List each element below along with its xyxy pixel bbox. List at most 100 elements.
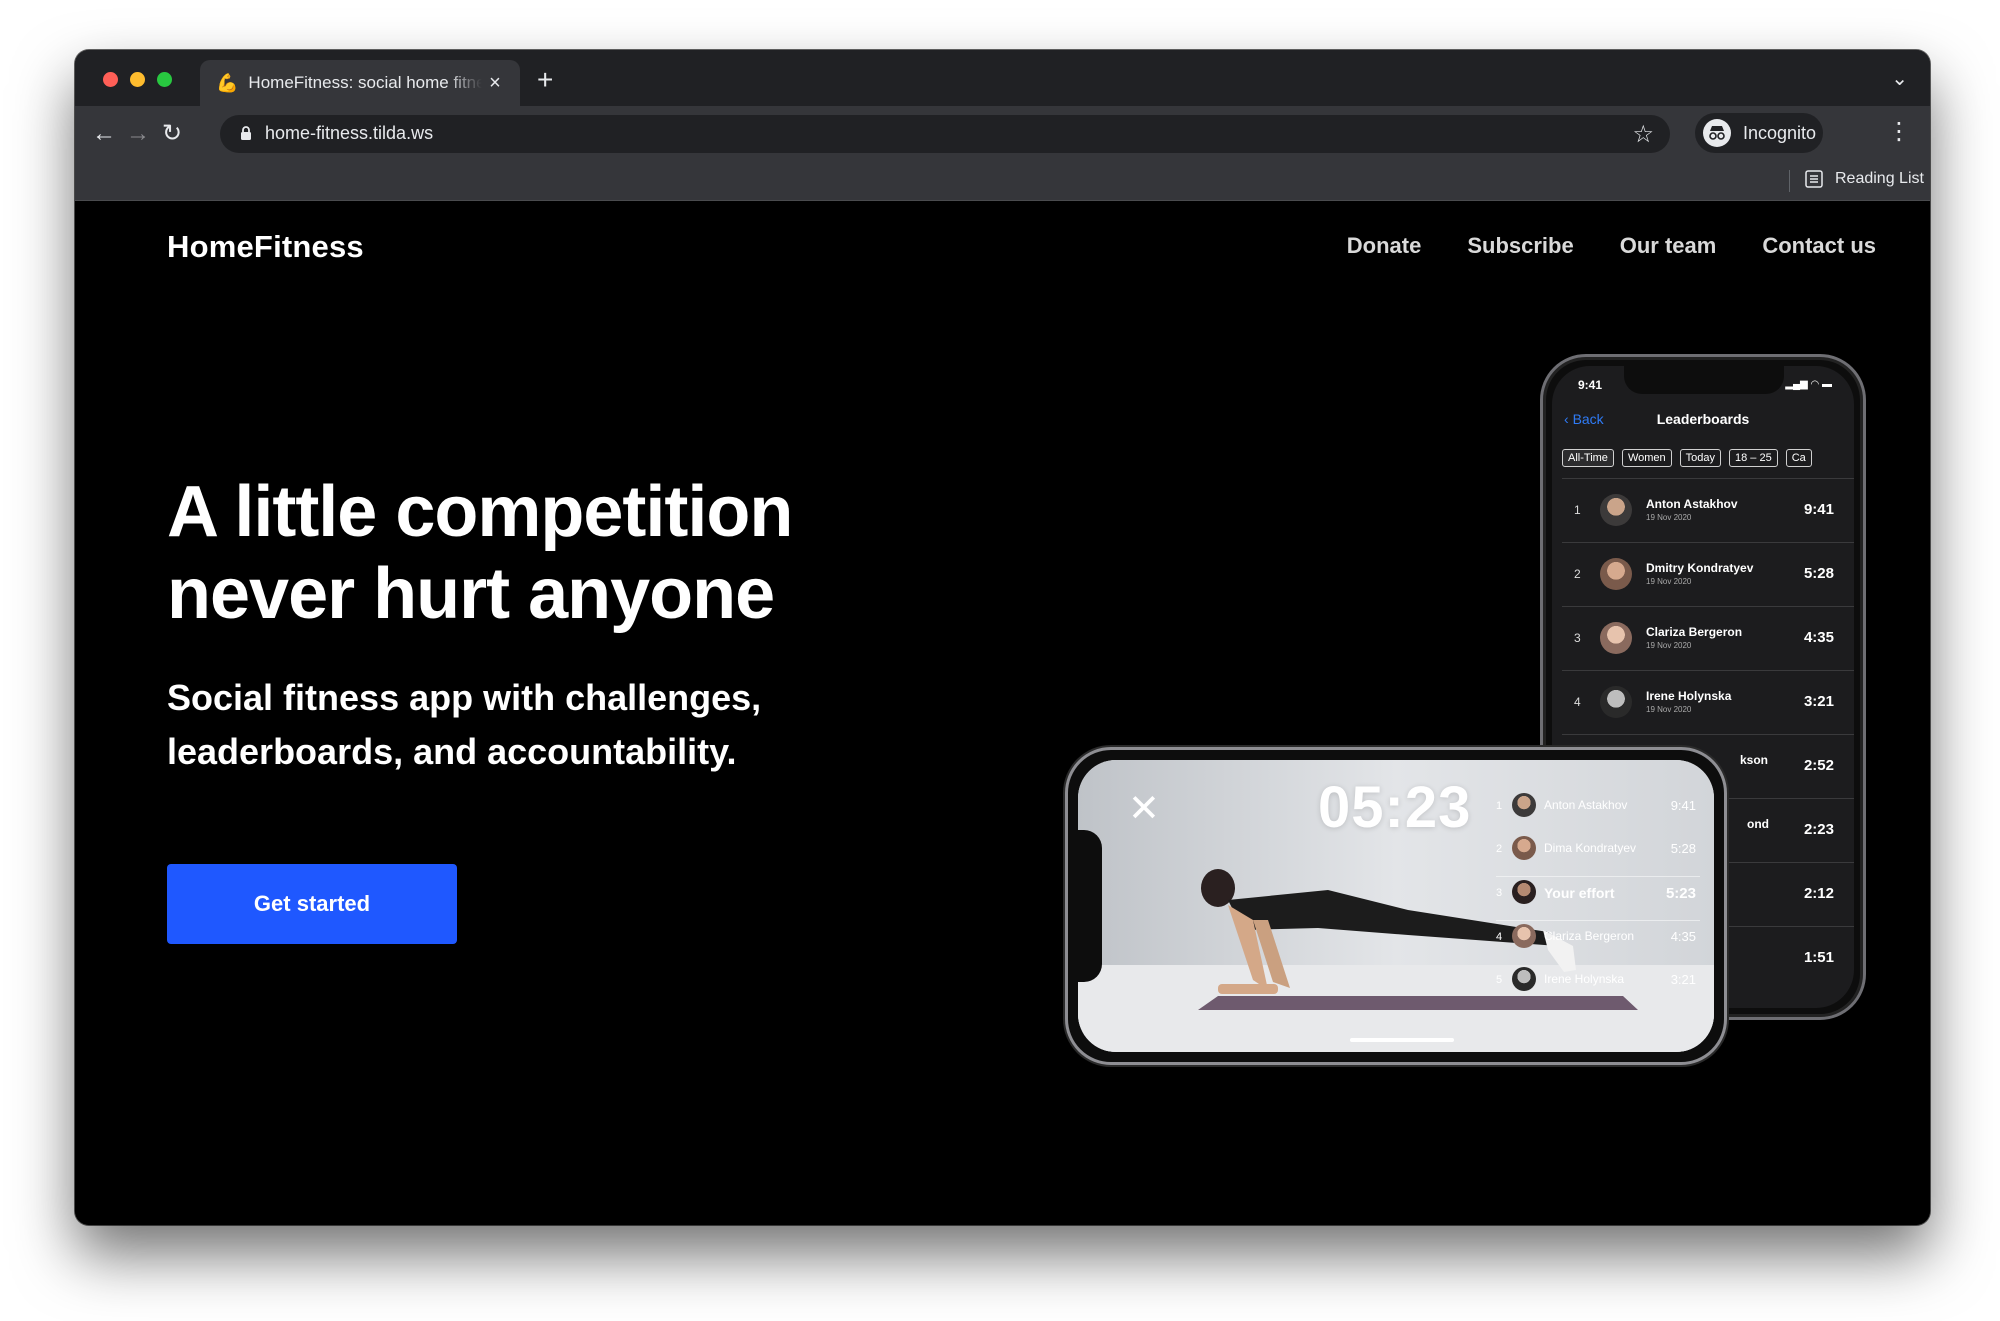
browser-chrome: 💪 HomeFitness: social home fitness × + ⌄…	[75, 50, 1930, 200]
athlete-time: 1:51	[1803, 949, 1834, 966]
get-started-button[interactable]: Get started	[167, 864, 457, 944]
filter-chips: All-Time Women Today 18 – 25 Ca	[1562, 449, 1812, 467]
site-nav: Donate Subscribe Our team Contact us	[1347, 233, 1876, 259]
url-text: home-fitness.tilda.ws	[265, 123, 434, 143]
avatar	[1600, 494, 1632, 526]
home-indicator	[1350, 1038, 1454, 1042]
live-leaderboard: 1 Anton Astakhov 9:41 2 Dima Kondratyev …	[1496, 790, 1700, 1007]
athlete-time: 2:23	[1803, 821, 1834, 838]
rank: 3	[1574, 631, 1581, 645]
live-row: 2 Dima Kondratyev 5:28	[1496, 833, 1700, 876]
athlete-date: 19 Nov 2020	[1646, 705, 1692, 714]
athlete-time: 4:35	[1803, 629, 1834, 646]
subhead-line-2: leaderboards, and accountability.	[167, 731, 737, 772]
back-link: ‹ Back	[1564, 411, 1604, 427]
athlete-date: 19 Nov 2020	[1646, 513, 1692, 522]
athlete-time: 5:28	[1803, 565, 1834, 582]
tab-strip: 💪 HomeFitness: social home fitness × + ⌄	[75, 50, 1930, 106]
workout-phone-mockup: ✕ 05:23 1 Anton Astakhov 9:41 2 Dima Kon…	[1065, 747, 1727, 1065]
avatar	[1512, 836, 1536, 860]
filter-chip: Ca	[1785, 449, 1812, 467]
rank: 1	[1574, 503, 1581, 517]
reading-list-button[interactable]: Reading List	[1805, 170, 1924, 188]
athlete-time: 4:35	[1670, 929, 1696, 944]
close-window-button[interactable]	[103, 72, 118, 87]
avatar	[1600, 622, 1632, 654]
active-tab[interactable]: 💪 HomeFitness: social home fitness ×	[200, 60, 520, 106]
reload-icon[interactable]: ↻	[155, 117, 189, 151]
more-menu-icon[interactable]: ⋮	[1887, 120, 1911, 144]
rank: 2	[1574, 567, 1581, 581]
incognito-label: Incognito	[1743, 122, 1817, 143]
rank: 1	[1496, 800, 1503, 812]
lock-icon	[241, 126, 251, 140]
avatar	[1512, 967, 1536, 991]
rank: 2	[1496, 843, 1503, 855]
bookmarks-separator	[1789, 170, 1790, 192]
nav-contact-us[interactable]: Contact us	[1762, 233, 1876, 259]
site-logo[interactable]: HomeFitness	[167, 229, 364, 265]
bookmark-star-icon[interactable]: ☆	[1632, 120, 1654, 149]
filter-chip: Women	[1621, 449, 1672, 467]
live-row: 5 Irene Holynska 3:21	[1496, 964, 1700, 1007]
close-tab-icon[interactable]: ×	[482, 72, 508, 95]
athlete-time: 2:52	[1803, 757, 1834, 774]
athlete-name: Irene Holynska	[1646, 689, 1732, 703]
athlete-name: Your effort	[1544, 885, 1615, 901]
athlete-name: Irene Holynska	[1544, 972, 1625, 986]
athlete-name: Clariza Bergeron	[1544, 929, 1635, 943]
nav-subscribe[interactable]: Subscribe	[1467, 233, 1573, 259]
reading-list-label: Reading List	[1835, 170, 1924, 187]
window-controls	[103, 72, 172, 87]
hero-headline: A little competition never hurt anyone	[167, 471, 793, 635]
zoom-window-button[interactable]	[157, 72, 172, 87]
rank: 3	[1496, 887, 1503, 899]
status-time: 9:41	[1578, 378, 1603, 392]
browser-window: 💪 HomeFitness: social home fitness × + ⌄…	[75, 50, 1930, 1225]
back-arrow-icon[interactable]: ←	[87, 117, 121, 151]
live-row: 4 Clariza Bergeron 4:35	[1496, 921, 1700, 964]
avatar	[1600, 558, 1632, 590]
chevron-left-icon: ‹	[1564, 411, 1573, 427]
reading-list-icon	[1805, 170, 1823, 188]
minimize-window-button[interactable]	[130, 72, 145, 87]
athlete-name: kson	[1740, 753, 1769, 767]
nav-donate[interactable]: Donate	[1347, 233, 1422, 259]
athlete-time: 5:23	[1665, 885, 1696, 902]
incognito-indicator[interactable]: Incognito	[1695, 113, 1823, 153]
tab-title: HomeFitness: social home fitness	[248, 73, 482, 92]
flexed-biceps-icon: 💪	[216, 72, 239, 93]
forward-arrow-icon[interactable]: →	[121, 117, 155, 151]
new-tab-button[interactable]: +	[537, 66, 553, 94]
athlete-time: 3:21	[1670, 972, 1696, 987]
avatar	[1512, 880, 1536, 904]
athlete-time: 2:12	[1803, 885, 1834, 902]
rank: 4	[1496, 931, 1503, 943]
tab-search-chevron-icon[interactable]: ⌄	[1891, 66, 1908, 91]
rank: 4	[1574, 695, 1581, 709]
status-icons: ▂▄▆ ◠ ▬	[1785, 379, 1832, 390]
leaderboard-row: 1 Anton Astakhov 19 Nov 2020 9:41	[1562, 478, 1854, 542]
leaderboard-row: 2 Dmitry Kondratyev 19 Nov 2020 5:28	[1562, 542, 1854, 606]
athlete-name: Anton Astakhov	[1646, 497, 1738, 511]
incognito-icon	[1703, 119, 1731, 147]
nav-our-team[interactable]: Our team	[1620, 233, 1717, 259]
filter-chip: Today	[1679, 449, 1721, 467]
athlete-time: 9:41	[1670, 798, 1696, 813]
live-row-current-user: 3 Your effort 5:23	[1496, 876, 1700, 921]
close-workout-icon: ✕	[1128, 788, 1160, 830]
athlete-name: Dima Kondratyev	[1544, 841, 1637, 855]
athlete-name: Dmitry Kondratyev	[1646, 561, 1754, 575]
avatar	[1512, 793, 1536, 817]
phone-notch	[1624, 366, 1784, 394]
subhead-line-1: Social fitness app with challenges,	[167, 677, 762, 718]
address-bar[interactable]: home-fitness.tilda.ws ☆	[220, 115, 1670, 153]
bookmarks-bar: Reading List	[75, 162, 1930, 200]
headline-line-2: never hurt anyone	[167, 554, 775, 634]
athlete-time: 5:28	[1670, 841, 1696, 856]
avatar	[1600, 686, 1632, 718]
headline-line-1: A little competition	[167, 472, 793, 552]
athlete-date: 19 Nov 2020	[1646, 641, 1692, 650]
leaderboard-row: 3 Clariza Bergeron 19 Nov 2020 4:35	[1562, 606, 1854, 670]
workout-screen: ✕ 05:23 1 Anton Astakhov 9:41 2 Dima Kon…	[1078, 760, 1714, 1052]
